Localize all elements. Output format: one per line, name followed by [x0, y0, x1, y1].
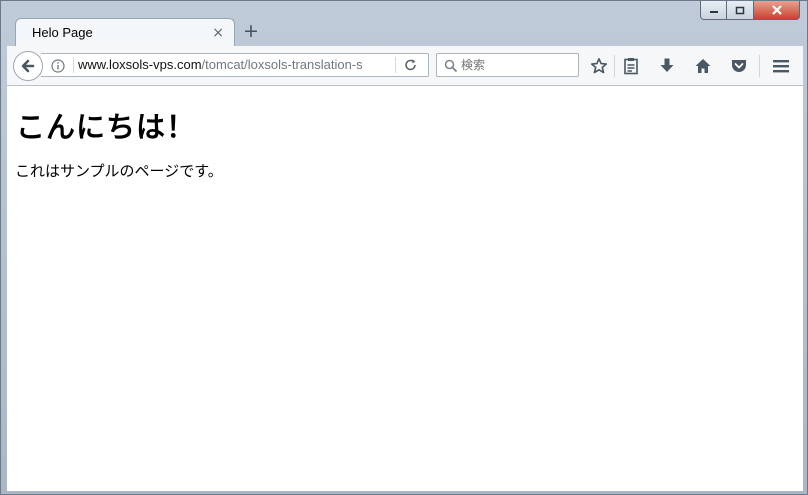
url-path: /tomcat/loxsols-translation-s	[201, 57, 363, 72]
close-icon	[771, 5, 782, 15]
tab-close-icon[interactable]: ×	[212, 25, 224, 41]
url-divider-right	[395, 57, 396, 73]
reload-icon[interactable]	[403, 57, 419, 77]
back-button[interactable]	[13, 51, 43, 81]
window-controls	[700, 1, 800, 21]
url-text[interactable]: www.loxsols-vps.com/tomcat/loxsols-trans…	[78, 57, 368, 72]
url-divider	[73, 57, 74, 73]
browser-window: Helo Page × + www.loxsols-vps.com/tomcat…	[0, 0, 808, 495]
search-icon	[444, 58, 458, 77]
new-tab-button[interactable]: +	[243, 21, 259, 41]
info-icon[interactable]	[51, 58, 65, 77]
address-bar[interactable]: www.loxsols-vps.com/tomcat/loxsols-trans…	[41, 53, 429, 77]
search-bar[interactable]	[436, 53, 579, 77]
navigation-toolbar: www.loxsols-vps.com/tomcat/loxsols-trans…	[7, 46, 803, 86]
url-host: www.loxsols-vps.com	[78, 57, 202, 72]
download-arrow-icon[interactable]	[657, 56, 677, 76]
star-icon[interactable]	[589, 56, 609, 76]
minimize-icon	[709, 11, 718, 13]
pocket-icon[interactable]	[729, 56, 749, 76]
page-content: こんにちは！ これはサンプルのページです。	[7, 86, 803, 491]
page-paragraph: これはサンプルのページです。	[15, 162, 223, 180]
maximize-button[interactable]	[727, 1, 754, 20]
minimize-button[interactable]	[700, 1, 727, 20]
back-arrow-icon	[21, 59, 35, 73]
search-input[interactable]	[461, 56, 571, 74]
clipboard-icon[interactable]	[621, 56, 641, 76]
close-window-button[interactable]	[754, 1, 800, 20]
page-heading: こんにちは！	[16, 110, 197, 144]
hamburger-menu-icon[interactable]	[771, 56, 791, 76]
toolbar-divider	[614, 55, 615, 77]
home-icon[interactable]	[693, 56, 713, 76]
toolbar-divider	[759, 55, 760, 77]
tab-title: Helo Page	[32, 25, 93, 40]
browser-tab[interactable]: Helo Page ×	[15, 18, 235, 47]
restore-icon	[735, 6, 745, 15]
